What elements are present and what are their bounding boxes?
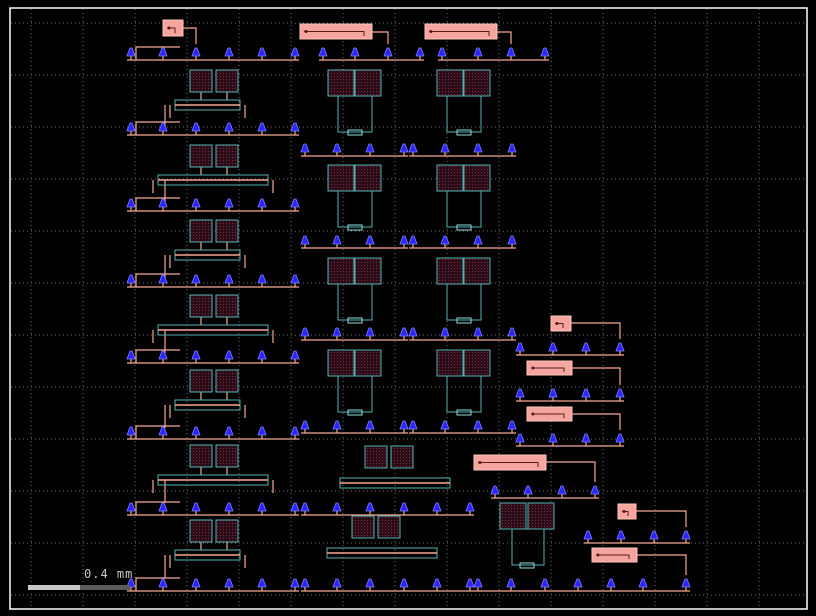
heater-terminal: [622, 510, 626, 513]
device-box: [354, 257, 382, 285]
device-box: [364, 445, 388, 469]
device-box: [354, 349, 382, 377]
device-box: [215, 369, 239, 393]
device-box: [215, 219, 239, 243]
device-box: [215, 444, 239, 468]
device-box: [215, 69, 239, 93]
device-box: [327, 164, 355, 192]
device-box: [463, 164, 491, 192]
device-box: [354, 69, 382, 97]
heater-terminal: [478, 461, 482, 464]
scale-bar: [28, 585, 130, 590]
layout-background: [0, 0, 816, 616]
device-box: [463, 349, 491, 377]
device-box: [390, 445, 414, 469]
device-box: [189, 219, 213, 243]
device-box: [189, 294, 213, 318]
device-box: [499, 502, 527, 530]
heater-terminal: [304, 30, 308, 33]
device-box: [215, 294, 239, 318]
device-box: [436, 257, 464, 285]
device-box: [327, 69, 355, 97]
device-box: [436, 69, 464, 97]
device-box: [327, 257, 355, 285]
device-box: [189, 144, 213, 168]
device-box: [436, 164, 464, 192]
device-box: [189, 369, 213, 393]
device-box: [354, 164, 382, 192]
heater-terminal: [167, 26, 171, 30]
device-box: [327, 349, 355, 377]
device-box: [189, 444, 213, 468]
device-box: [463, 257, 491, 285]
device-box: [463, 69, 491, 97]
device-box: [215, 144, 239, 168]
heater-terminal: [596, 553, 600, 557]
device-box: [436, 349, 464, 377]
heater-terminal: [531, 412, 535, 416]
heater-terminal: [429, 30, 433, 33]
heater-terminal: [531, 366, 535, 370]
device-box: [189, 69, 213, 93]
layout-canvas: [0, 0, 816, 616]
scale-bar-label: 0.4 mm: [84, 567, 134, 581]
device-box: [351, 515, 375, 539]
device-box: [215, 519, 239, 543]
scale-bar-fill: [28, 585, 80, 590]
heater-terminal: [555, 322, 559, 325]
device-box: [527, 502, 555, 530]
device-box: [377, 515, 401, 539]
device-box: [189, 519, 213, 543]
